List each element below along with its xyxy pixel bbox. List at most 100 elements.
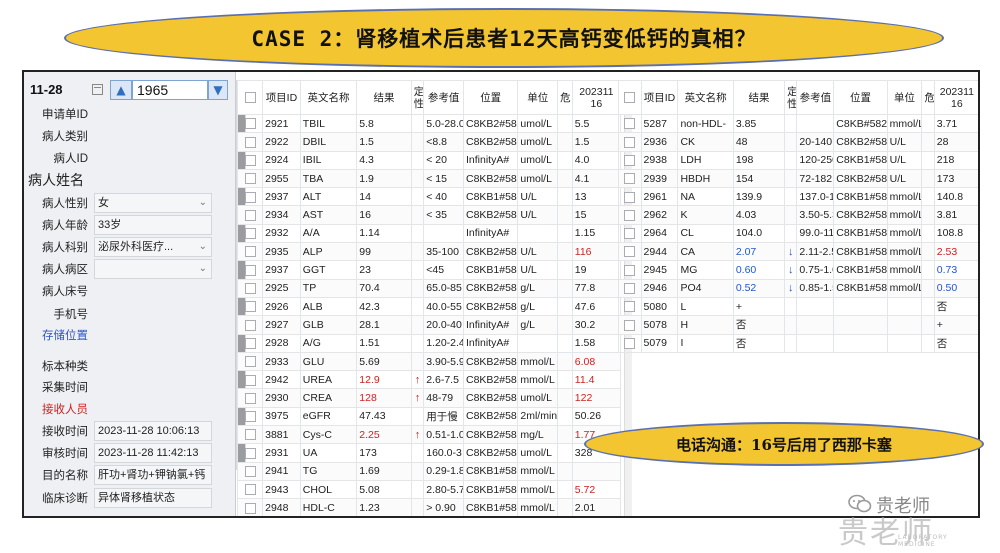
field-value[interactable]: 异体肾移植状态 bbox=[94, 488, 212, 508]
table-row[interactable]: 2925 TP 70.4 65.0-85 C8KB2#58 g/L 77.8 bbox=[236, 278, 622, 298]
table-row[interactable]: 2939 HBDH 154 72-182 C8KB2#58 U/L 173 bbox=[618, 168, 978, 189]
col-crit[interactable]: 危 bbox=[557, 80, 573, 115]
row-checkbox[interactable] bbox=[236, 223, 264, 244]
checkbox[interactable] bbox=[624, 173, 636, 185]
field-value[interactable]: 2023-11-28 11:42:13 bbox=[94, 443, 212, 463]
col-result[interactable]: 结果 bbox=[732, 80, 786, 115]
row-checkbox[interactable] bbox=[236, 150, 264, 170]
table-row[interactable]: 2936 CK 48 20-140 C8KB2#58 U/L 28 bbox=[618, 132, 978, 152]
row-checkbox[interactable] bbox=[618, 333, 642, 353]
col-pos[interactable]: 位置 bbox=[833, 80, 888, 115]
field-value[interactable]: 肝功+肾功+钾钠氯+钙 ⌄ bbox=[94, 465, 212, 485]
checkbox[interactable] bbox=[244, 502, 256, 514]
row-checkbox[interactable] bbox=[236, 479, 264, 500]
row-checkbox[interactable] bbox=[618, 168, 642, 189]
checkbox[interactable] bbox=[244, 228, 256, 240]
checkbox[interactable] bbox=[244, 484, 256, 496]
checkbox[interactable] bbox=[244, 191, 256, 203]
col-id[interactable]: 项目ID bbox=[262, 80, 301, 115]
row-checkbox[interactable] bbox=[618, 150, 642, 170]
checkbox[interactable] bbox=[624, 136, 636, 148]
row-checkbox[interactable] bbox=[236, 333, 264, 353]
specimen-search-input[interactable]: 1965 bbox=[132, 80, 208, 100]
table-row[interactable]: 5078 H 否 + bbox=[618, 315, 978, 335]
checkbox[interactable] bbox=[244, 392, 256, 404]
col-result[interactable]: 结果 bbox=[356, 80, 412, 115]
row-checkbox[interactable] bbox=[236, 425, 264, 445]
row-checkbox[interactable] bbox=[236, 370, 264, 390]
table-row[interactable]: 5287 non-HDL- 3.85 C8KB#582 mmol/L 3.71 bbox=[618, 113, 978, 134]
checkbox[interactable] bbox=[244, 411, 256, 423]
select-all-checkbox[interactable] bbox=[618, 80, 642, 115]
col-pos[interactable]: 位置 bbox=[462, 80, 519, 115]
col-flag[interactable]: 定性 bbox=[410, 80, 425, 115]
table-row[interactable]: 2928 A/G 1.51 1.20-2.4 InfinityA# 1.58 bbox=[236, 333, 622, 353]
row-checkbox[interactable] bbox=[618, 242, 642, 262]
col-prev[interactable]: 202311 16 bbox=[571, 80, 622, 115]
chevron-down-icon[interactable]: ⌄ bbox=[199, 466, 207, 484]
checkbox[interactable] bbox=[624, 154, 636, 166]
table-row[interactable]: 2937 GGT 23 <45 C8KB1#58 U/L 19 bbox=[236, 260, 622, 280]
table-row[interactable]: 5079 I 否否 bbox=[618, 333, 978, 353]
chevron-down-icon[interactable]: ⌄ bbox=[199, 260, 207, 278]
checkbox[interactable] bbox=[244, 118, 256, 130]
col-name[interactable]: 英文名称 bbox=[299, 80, 358, 115]
checkbox[interactable] bbox=[624, 319, 636, 331]
table-row[interactable]: 2931 UA 173 160.0-3 C8KB2#58 umol/L 328 bbox=[236, 443, 622, 463]
field-value[interactable]: 女 ⌄ bbox=[94, 193, 212, 213]
table-row[interactable]: 3975 eGFR 47.43 用于慢 C8KB2#58 2ml/min 50.26 bbox=[236, 406, 622, 427]
table-row[interactable]: 2941 TG 1.69 0.29-1.8 C8KB1#58 mmol/L bbox=[236, 461, 622, 481]
field-value[interactable]: 33岁 bbox=[94, 215, 212, 235]
checkbox[interactable] bbox=[624, 118, 636, 130]
table-row[interactable]: 2962K4.03 3.50-5.3C8KB2#58mmol/L 3.81 bbox=[618, 205, 978, 225]
row-checkbox[interactable] bbox=[236, 260, 264, 280]
table-row[interactable]: 2955 TBA 1.9 < 15 C8KB2#58 umol/L 4.1 bbox=[236, 168, 622, 189]
table-row[interactable]: 2927 GLB 28.1 20.0-40 InfinityA# g/L 30.2 bbox=[236, 315, 622, 335]
table-row[interactable]: 2933 GLU 5.69 3.90-5.9 C8KB2#58 mmol/L 6.08 bbox=[236, 351, 622, 372]
row-checkbox[interactable] bbox=[618, 315, 642, 335]
col-unit[interactable]: 单位 bbox=[517, 80, 559, 115]
col-flag[interactable]: 定性 bbox=[784, 80, 798, 115]
table-row[interactable]: 2922 DBIL 1.5 <8.8 C8KB2#58 umol/L 1.5 bbox=[236, 132, 622, 152]
checkbox[interactable] bbox=[244, 301, 256, 313]
checkbox[interactable] bbox=[244, 447, 256, 459]
table-row[interactable]: 2932 A/A 1.14 InfinityA# 1.15 bbox=[236, 223, 622, 244]
checkbox[interactable] bbox=[244, 337, 256, 349]
field-value[interactable]: 泌尿外科医疗... ⌄ bbox=[94, 237, 212, 257]
select-all-checkbox[interactable] bbox=[236, 80, 264, 115]
table-row[interactable]: 2938LDH198 120-250C8KB1#58U/L 218 bbox=[618, 150, 978, 170]
table-row[interactable]: 3881 Cys-C 2.25 ↑ 0.51-1.0 C8KB2#58 mg/L 1.77 bbox=[236, 425, 622, 445]
row-checkbox[interactable] bbox=[618, 113, 642, 134]
row-checkbox[interactable] bbox=[236, 187, 264, 207]
table-row[interactable]: 2935 ALP 99 35-100 C8KB2#58 U/L 116 bbox=[236, 242, 622, 262]
table-row[interactable]: 5080 L + 否 bbox=[618, 296, 978, 317]
col-name[interactable]: 英文名称 bbox=[677, 80, 734, 115]
table-row[interactable]: 2946PO40.52↓0.85-1.5C8KB1#58mmol/L 0.50 bbox=[618, 278, 978, 298]
checkbox[interactable] bbox=[244, 173, 256, 185]
calendar-icon[interactable] bbox=[92, 84, 103, 95]
row-checkbox[interactable] bbox=[236, 242, 264, 262]
table-row[interactable]: 2944 CA 2.07 ↓ 2.11-2.5 C8KB1#58 mmol/L 2.53 bbox=[618, 242, 978, 262]
table-row[interactable]: 2930 CREA 128 ↑ 48-79 C8KB2#58 umol/L 122 bbox=[236, 388, 622, 408]
row-checkbox[interactable] bbox=[618, 223, 642, 244]
row-checkbox[interactable] bbox=[236, 168, 264, 189]
checkbox[interactable] bbox=[244, 264, 256, 276]
row-checkbox[interactable] bbox=[238, 517, 263, 518]
col-id[interactable]: 项目ID bbox=[640, 80, 679, 115]
checkbox[interactable] bbox=[244, 209, 256, 221]
col-unit[interactable]: 单位 bbox=[886, 80, 923, 115]
row-checkbox[interactable] bbox=[236, 443, 264, 463]
table-row[interactable]: 2961 NA 139.9 137.0-1 C8KB1#58 mmol/L 140.8 bbox=[618, 187, 978, 207]
row-checkbox[interactable] bbox=[236, 296, 264, 317]
checkbox[interactable] bbox=[244, 374, 256, 386]
row-checkbox[interactable] bbox=[236, 461, 264, 481]
table-row[interactable]: 2921 TBIL 5.8 5.0-28.0 C8KB2#58 umol/L 5.5 bbox=[236, 113, 622, 134]
col-crit[interactable]: 危 bbox=[921, 80, 935, 115]
table-row[interactable]: 2949LDL-C2.87 < 4.0C8KB2#58mmol/L 3.37 bbox=[238, 517, 621, 518]
table-row[interactable]: 2934 AST 16 < 35 C8KB2#58 U/L 15 bbox=[236, 205, 622, 225]
row-checkbox[interactable] bbox=[618, 260, 642, 280]
row-checkbox[interactable] bbox=[618, 278, 642, 298]
checkbox[interactable] bbox=[624, 283, 636, 295]
checkbox[interactable] bbox=[244, 466, 256, 477]
row-checkbox[interactable] bbox=[236, 388, 264, 408]
